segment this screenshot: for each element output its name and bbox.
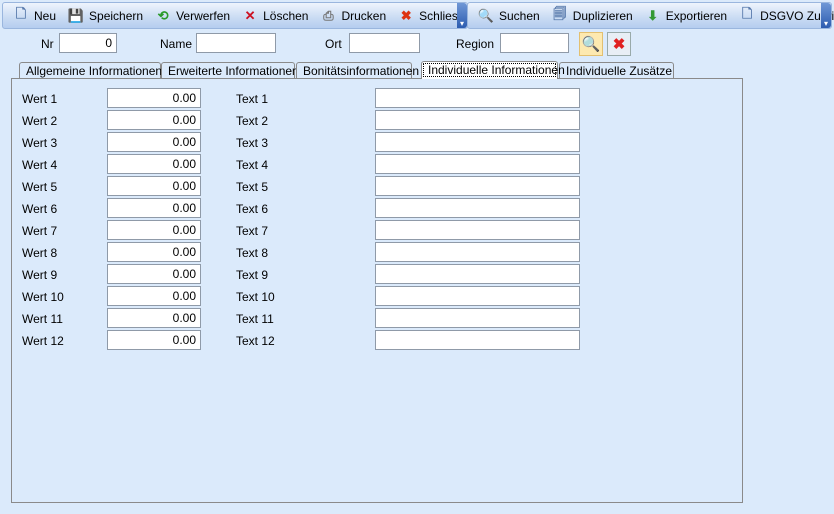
wert-label: Wert 9 (22, 268, 58, 282)
toolbar-button-label: Neu (34, 8, 57, 23)
search-button[interactable]: 🔍 (579, 32, 603, 56)
wert-input[interactable]: 0.00 (107, 154, 201, 174)
search-icon: 🔍 (581, 36, 601, 53)
wert-input[interactable]: 0.00 (107, 88, 201, 108)
toolbar-button-exportieren[interactable]: ⬇ Exportieren (639, 5, 733, 27)
secondary-toolbar: 🔍 Suchen 🗐 Duplizieren ⬇ Exportieren 🗋 DSGVO Zu… (467, 2, 834, 29)
toolbar-button-dsgvo-zugriff[interactable]: 🗋 DSGVO Zugriff (733, 5, 834, 27)
clear-button[interactable]: ✖ (607, 32, 631, 56)
text-label: Text 2 (236, 114, 269, 128)
text-input[interactable] (375, 176, 580, 196)
tab-individuelle-zusaetze[interactable]: Individuelle Zusätze (559, 62, 674, 79)
wert-label: Wert 6 (22, 202, 58, 216)
name-label: Name (160, 37, 193, 51)
text-input[interactable] (375, 220, 580, 240)
tab-allgemeine-informationen[interactable]: Allgemeine Informationen (19, 62, 162, 79)
text-label: Text 8 (236, 246, 269, 260)
export-icon: ⬇ (647, 7, 659, 23)
toolbar-button-suchen[interactable]: 🔍 Suchen (472, 5, 546, 27)
name-input[interactable] (196, 33, 276, 53)
wert-input[interactable]: 0.00 (107, 264, 201, 284)
wert-label: Wert 5 (22, 180, 58, 194)
text-label: Text 1 (236, 92, 269, 106)
save-icon: 💾 (67, 7, 85, 23)
document-icon: 🗋 (741, 5, 753, 21)
wert-label: Wert 2 (22, 114, 58, 128)
text-input[interactable] (375, 88, 580, 108)
wert-input[interactable]: 0.00 (107, 286, 201, 306)
region-input[interactable] (500, 33, 569, 53)
text-input[interactable] (375, 154, 580, 174)
wert-label: Wert 8 (22, 246, 58, 260)
text-input[interactable] (375, 264, 580, 284)
wert-input[interactable]: 0.00 (107, 198, 201, 218)
nr-label: Nr (41, 37, 54, 51)
wert-label: Wert 11 (22, 312, 63, 326)
wert-label: Wert 10 (22, 290, 64, 304)
print-icon: ⎙ (323, 7, 334, 23)
text-label: Text 6 (236, 202, 269, 216)
new-document-icon: 🗋 (15, 5, 27, 21)
toolbar-button-neu[interactable]: 🗋 Neu (7, 5, 62, 27)
toolbar-overflow[interactable]: ▾ (821, 3, 831, 28)
text-input[interactable] (375, 110, 580, 130)
wert-input[interactable]: 0.00 (107, 110, 201, 130)
toolbar-button-speichern[interactable]: 💾 Speichern (62, 5, 149, 27)
wert-input[interactable]: 0.00 (107, 220, 201, 240)
wert-input[interactable]: 0.00 (107, 242, 201, 262)
toolbar-button-label: Drucken (341, 8, 387, 23)
text-label: Text 4 (236, 158, 269, 172)
text-input[interactable] (375, 132, 580, 152)
text-label: Text 12 (236, 334, 275, 348)
ort-label: Ort (325, 37, 342, 51)
wert-label: Wert 12 (22, 334, 64, 348)
toolbar-button-l-schen[interactable]: ✕ Löschen (236, 5, 314, 27)
wert-label: Wert 4 (22, 158, 58, 172)
nr-input[interactable] (59, 33, 117, 53)
wert-input[interactable]: 0.00 (107, 176, 201, 196)
region-label: Region (456, 37, 495, 51)
ort-input[interactable] (349, 33, 420, 53)
toolbar-button-label: Duplizieren (572, 8, 633, 23)
toolbar-button-label: Löschen (263, 8, 309, 23)
text-input[interactable] (375, 198, 580, 218)
main-toolbar: 🗋 Neu 💾 Speichern ⟲ Verwerfen ✕ Löschen ⎙ Drucken… (2, 2, 477, 29)
tab-erweiterte-informationen[interactable]: Erweiterte Informationen (161, 62, 299, 79)
text-label: Text 11 (236, 312, 274, 326)
toolbar-button-label: Speichern (89, 8, 144, 23)
wert-input[interactable]: 0.00 (107, 308, 201, 328)
search-icon: 🔍 (477, 7, 495, 23)
text-input[interactable] (375, 286, 580, 306)
toolbar-overflow[interactable]: ▾ (457, 3, 467, 28)
text-input[interactable] (375, 308, 580, 328)
discard-icon: ⟲ (157, 7, 169, 23)
toolbar-button-label: Exportieren (665, 8, 728, 23)
wert-input[interactable]: 0.00 (107, 330, 201, 350)
tab-bonitaetsinformationen[interactable]: Bonitätsinformationen (296, 62, 419, 79)
text-input[interactable] (375, 330, 580, 350)
close-icon: ✖ (400, 7, 412, 23)
toolbar-button-verwerfen[interactable]: ⟲ Verwerfen (149, 5, 236, 27)
text-label: Text 9 (236, 268, 269, 282)
toolbar-button-drucken[interactable]: ⎙ Drucken (314, 5, 392, 27)
text-label: Text 7 (236, 224, 269, 238)
text-label: Text 10 (236, 290, 275, 304)
tab-panel: Wert 1 0.00 Text 1 Wert 2 0.00 Text 2 We… (11, 78, 743, 503)
wert-label: Wert 7 (22, 224, 58, 238)
delete-icon: ✕ (244, 7, 256, 23)
toolbar-button-label: Verwerfen (176, 8, 231, 23)
toolbar-button-duplizieren[interactable]: 🗐 Duplizieren (546, 5, 639, 27)
text-input[interactable] (375, 242, 580, 262)
wert-label: Wert 1 (22, 92, 58, 106)
wert-label: Wert 3 (22, 136, 58, 150)
text-label: Text 5 (236, 180, 269, 194)
text-label: Text 3 (236, 136, 269, 150)
wert-input[interactable]: 0.00 (107, 132, 201, 152)
clear-icon: ✖ (612, 36, 626, 53)
duplicate-icon: 🗐 (553, 5, 567, 21)
tab-individuelle-informationen[interactable]: Individuelle Informationen (421, 61, 565, 79)
toolbar-button-label: Suchen (499, 8, 540, 23)
